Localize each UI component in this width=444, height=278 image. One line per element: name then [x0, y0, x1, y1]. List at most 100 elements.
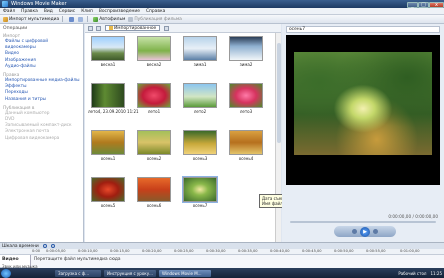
- clip-item[interactable]: осень2: [134, 130, 174, 161]
- play-icon[interactable]: ▶: [360, 226, 370, 237]
- tasks-pane: Операции Импорт Файлы с цифровой видеока…: [0, 24, 84, 242]
- view-toggle-icon[interactable]: [88, 25, 93, 31]
- clip-item[interactable]: осень3: [180, 130, 220, 161]
- previous-frame-icon[interactable]: [352, 229, 357, 234]
- ruler-tick: 0:00:30,00: [206, 249, 226, 253]
- clip-thumbnail: [91, 130, 125, 155]
- menu-help[interactable]: Справка: [143, 9, 168, 14]
- menu-bar: Файл Правка Вид Сервис Клип Воспроизведе…: [0, 8, 444, 15]
- clip-caption: лето4, 23.09.2010 11:21: [88, 109, 139, 114]
- undo-button[interactable]: [68, 16, 75, 22]
- import-media-button[interactable]: Импорт мультимедиа: [3, 16, 59, 22]
- window-title: Windows Movie Maker: [11, 1, 67, 7]
- preview-title: осень7: [286, 26, 440, 33]
- preview-screen: [286, 35, 440, 185]
- task-link-import-audio[interactable]: Аудио-файлы: [3, 64, 80, 70]
- ruler-tick: 0:00:10,00: [78, 249, 98, 253]
- menu-clip[interactable]: Клип: [78, 9, 96, 14]
- clip-caption: весна1: [100, 62, 116, 67]
- ruler-tick: 0:00:45,00: [302, 249, 322, 253]
- timeline-label[interactable]: Шкала времени: [2, 244, 39, 249]
- menu-play[interactable]: Воспроизведение: [96, 9, 143, 14]
- clip-thumbnail: [91, 36, 125, 61]
- zoom-out-icon[interactable]: [50, 244, 55, 248]
- folder-up-icon[interactable]: [96, 25, 101, 31]
- redo-button[interactable]: [77, 16, 84, 22]
- clip-thumbnail: [91, 83, 125, 108]
- ruler-tick: 0:00: [32, 249, 41, 253]
- clip-caption: осень2: [146, 156, 162, 161]
- clip-item[interactable]: осень7: [180, 176, 220, 208]
- track-hint: Перетащите файл мультимедиа сюда: [34, 257, 121, 262]
- start-button[interactable]: [1, 268, 11, 278]
- clip-item[interactable]: осень5: [88, 177, 128, 208]
- clip-caption: осень5: [100, 203, 116, 208]
- minimize-button[interactable]: _: [407, 1, 418, 8]
- preview-image: [294, 52, 432, 155]
- clip-item[interactable]: зима1: [180, 36, 220, 67]
- clip-thumbnail: [183, 36, 217, 61]
- view-options-icon[interactable]: [164, 25, 170, 31]
- clip-item[interactable]: осень4: [226, 130, 266, 161]
- clip-caption: осень3: [192, 156, 208, 161]
- clip-caption: осень1: [100, 156, 116, 161]
- next-frame-icon[interactable]: [373, 229, 378, 234]
- clip-caption: осень6: [146, 203, 162, 208]
- clip-caption: осень7: [192, 203, 208, 208]
- clip-item[interactable]: лето4, 23.09.2010 11:21: [88, 83, 139, 114]
- clip-thumbnail: [137, 36, 171, 61]
- task-link-titles[interactable]: Названия и титры: [3, 97, 80, 103]
- toolbar-separator: [62, 16, 63, 22]
- scrollbar-thumb[interactable]: [277, 43, 281, 143]
- autofilm-button[interactable]: Автофильм: [93, 16, 125, 22]
- playback-controls: ▶: [334, 226, 396, 237]
- clip-item[interactable]: лето1: [134, 83, 174, 114]
- toolbar: Импорт мультимедиа Автофильм Публикация …: [0, 15, 444, 24]
- clip-item[interactable]: весна1: [88, 36, 128, 67]
- ruler-tick: 0:00:05,00: [46, 249, 66, 253]
- zoom-in-icon[interactable]: [42, 244, 47, 248]
- clip-caption: лето2: [193, 109, 207, 114]
- close-button[interactable]: x: [429, 1, 444, 8]
- clip-thumbnail: [229, 130, 263, 155]
- ruler-tick: 0:00:55,00: [366, 249, 386, 253]
- menu-edit[interactable]: Правка: [18, 9, 41, 14]
- clock: 11:25: [430, 270, 442, 276]
- desktop-label[interactable]: Рабочий стол: [398, 271, 426, 276]
- clip-item[interactable]: лето2: [180, 83, 220, 114]
- collection-dropdown-label: Импортированное: [114, 25, 157, 31]
- clip-caption: осень4: [238, 156, 254, 161]
- autofilm-icon: [93, 16, 99, 22]
- collection-scrollbar[interactable]: [275, 33, 281, 242]
- taskbar-item-active[interactable]: Windows Movie M...: [159, 269, 211, 277]
- task-link-import-camera[interactable]: Файлы с цифровой видеокамеры: [3, 39, 80, 51]
- clip-caption: зима1: [193, 62, 207, 67]
- redo-icon: [77, 16, 83, 22]
- clip-caption: зима2: [239, 62, 253, 67]
- menu-view[interactable]: Вид: [41, 9, 56, 14]
- maximize-button[interactable]: □: [418, 1, 429, 8]
- clip-item[interactable]: осень1: [88, 130, 128, 161]
- ruler-tick: 0:00:25,00: [174, 249, 194, 253]
- tasks-header: Операции: [3, 26, 28, 31]
- clip-thumbnail: [229, 36, 263, 61]
- taskbar-item[interactable]: Загрузка с ф...: [55, 269, 101, 277]
- publish-button[interactable]: Публикация фильма: [128, 16, 182, 22]
- menu-file[interactable]: Файл: [0, 9, 18, 14]
- collection-dropdown[interactable]: Импортированное: [105, 25, 161, 31]
- clip-item[interactable]: зима2: [226, 36, 266, 67]
- clip-item[interactable]: лето3: [226, 83, 266, 114]
- clip-thumbnail: [229, 83, 263, 108]
- seek-bar[interactable]: [290, 221, 436, 223]
- clip-thumbnail: [137, 130, 171, 155]
- system-tray: Рабочий стол 11:25: [396, 271, 444, 276]
- ruler-tick: 0:01:00,00: [400, 249, 420, 253]
- clip-item[interactable]: осень6: [134, 177, 174, 208]
- preview-time: 0:00:00,00 / 0:00:00,00: [388, 214, 438, 219]
- clip-item[interactable]: весна2: [134, 36, 174, 67]
- publish-icon: [128, 16, 134, 22]
- taskbar-item[interactable]: Инструкция с уроку...: [104, 269, 156, 277]
- ruler-tick: 0:00:40,00: [270, 249, 290, 253]
- menu-tools[interactable]: Сервис: [56, 9, 78, 14]
- clip-thumbnail: [183, 130, 217, 155]
